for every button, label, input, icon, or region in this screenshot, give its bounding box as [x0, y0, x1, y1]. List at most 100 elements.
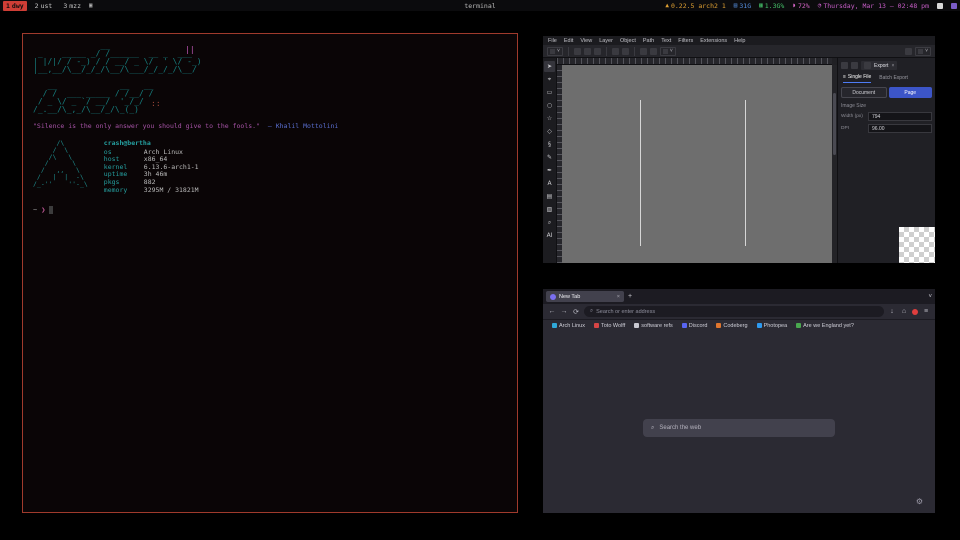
- quote-line: "Silence is the only answer you should g…: [33, 122, 507, 130]
- export-dialog-tab[interactable]: Export ×: [861, 61, 897, 70]
- shell-prompt[interactable]: ~ ❯: [33, 206, 507, 214]
- home-icon[interactable]: ⌂: [900, 308, 908, 315]
- inkscape-menubar: File Edit View Layer Object Path Text Fi…: [543, 36, 935, 45]
- ellipse-tool-icon[interactable]: ○: [544, 100, 555, 111]
- undo-icon[interactable]: [612, 48, 619, 55]
- menu-object[interactable]: Object: [620, 38, 636, 44]
- menu-file[interactable]: File: [548, 38, 557, 44]
- forward-icon[interactable]: →: [560, 308, 568, 315]
- url-bar[interactable]: ⌕ Search or enter address: [584, 306, 884, 317]
- zoom-page-icon[interactable]: [650, 48, 657, 55]
- menu-text[interactable]: Text: [661, 38, 671, 44]
- prompt-path: ~: [33, 206, 37, 214]
- menu-view[interactable]: View: [580, 38, 592, 44]
- browser-window[interactable]: New Tab × + ˅ ← → ⟳ ⌕ Search or enter ad…: [543, 289, 935, 513]
- node-tool-icon[interactable]: ⌖: [544, 74, 555, 85]
- redo-icon[interactable]: [622, 48, 629, 55]
- open-document-icon[interactable]: [584, 48, 591, 55]
- terminal-window[interactable]: __ _ _____ _/ /______ __ _ ___ | |/|/ / …: [22, 33, 518, 513]
- list-all-tabs-icon[interactable]: ˅: [928, 294, 932, 300]
- tray-icon-2[interactable]: [951, 3, 957, 9]
- swatches-dialog-icon[interactable]: [841, 62, 848, 69]
- inkscape-window[interactable]: File Edit View Layer Object Path Text Fi…: [543, 36, 935, 263]
- spiral-tool-icon[interactable]: §: [544, 139, 555, 150]
- workspace-label: ust: [41, 2, 53, 10]
- inkscape-canvas[interactable]: [562, 65, 832, 263]
- save-document-icon[interactable]: [594, 48, 601, 55]
- menu-icon[interactable]: ≡: [922, 308, 930, 315]
- close-export-dialog-icon[interactable]: ×: [891, 63, 894, 69]
- rectangle-tool-icon[interactable]: ▭: [544, 87, 555, 98]
- close-tab-icon[interactable]: ×: [617, 294, 620, 300]
- focused-window-title: terminal: [464, 2, 495, 10]
- new-document-icon[interactable]: [574, 48, 581, 55]
- selector-tool-icon[interactable]: ➤: [544, 61, 555, 72]
- menu-filters[interactable]: Filters: [678, 38, 693, 44]
- reload-icon[interactable]: ⟳: [572, 308, 580, 316]
- single-file-tab-icon: ≡: [843, 74, 846, 80]
- menu-help[interactable]: Help: [734, 38, 745, 44]
- bookmark-arch-linux[interactable]: Arch Linux: [552, 323, 585, 329]
- export-page-button[interactable]: Page: [889, 87, 933, 98]
- dpi-input[interactable]: 96.00: [868, 124, 932, 133]
- width-input[interactable]: 794: [868, 112, 932, 121]
- menu-edit[interactable]: Edit: [564, 38, 573, 44]
- star-tool-icon[interactable]: ☆: [544, 113, 555, 124]
- tray-icon-1[interactable]: [937, 3, 943, 9]
- workspace-1[interactable]: 1 dwy: [3, 1, 27, 11]
- menu-path[interactable]: Path: [643, 38, 654, 44]
- export-document-button[interactable]: Document: [841, 87, 887, 98]
- text-tool-icon[interactable]: A: [544, 178, 555, 189]
- dropper-tool-icon[interactable]: ▧: [544, 204, 555, 215]
- bookmark-toto-wolff[interactable]: Toto Wolff: [594, 323, 625, 329]
- snap-options-dropdown[interactable]: ˅: [915, 47, 931, 56]
- scrollbar-thumb[interactable]: [833, 93, 836, 155]
- pen-tool-icon[interactable]: ✒: [544, 165, 555, 176]
- display-mode-dropdown[interactable]: ˅: [660, 47, 676, 56]
- gradient-tool-icon[interactable]: ▤: [544, 191, 555, 202]
- bookmark-photopea[interactable]: Photopea: [757, 323, 788, 329]
- tool-style-dropdown[interactable]: ˅: [547, 47, 563, 56]
- pencil-tool-icon[interactable]: ✎: [544, 152, 555, 163]
- status-bar: 1 dwy 2 ust 3 mzz ▣ terminal ▲ 0.22.5 ar…: [0, 0, 960, 11]
- new-tab-button[interactable]: +: [628, 293, 632, 300]
- adblock-extension-icon[interactable]: [912, 309, 918, 315]
- menu-layer[interactable]: Layer: [599, 38, 613, 44]
- box3d-tool-icon[interactable]: ◇: [544, 126, 555, 137]
- ai-tool-icon[interactable]: AI: [544, 230, 555, 241]
- export-dialog-icon: [864, 62, 871, 69]
- layout-mode-icon[interactable]: ▣: [89, 2, 93, 9]
- workspace-label: dwy: [12, 2, 24, 10]
- bookmark-are-we-england-yet[interactable]: Are we England yet?: [796, 323, 854, 329]
- web-search-input[interactable]: ⌕ Search the web: [643, 419, 835, 437]
- back-icon[interactable]: ←: [548, 308, 556, 315]
- downloads-icon[interactable]: ↓: [888, 308, 896, 315]
- bookmark-codeberg[interactable]: Codeberg: [716, 323, 747, 329]
- layers-dialog-icon[interactable]: [851, 62, 858, 69]
- bookmark-discord[interactable]: Discord: [682, 323, 708, 329]
- horizontal-ruler[interactable]: [557, 58, 832, 65]
- fetch-row-memory: memory3295M / 31821M: [104, 187, 199, 195]
- volume-status: ◗ 72%: [792, 2, 809, 10]
- workspace-number: 2: [35, 2, 39, 10]
- workspace-2[interactable]: 2 ust: [32, 1, 56, 11]
- personalize-gear-icon[interactable]: ⚙: [916, 497, 923, 506]
- bookmark-software-refs[interactable]: software refs: [634, 323, 672, 329]
- single-file-tab[interactable]: ≡ Single File: [843, 74, 871, 83]
- zoom-tool-icon[interactable]: ⌕: [544, 217, 555, 228]
- batch-export-tab[interactable]: Batch Export: [879, 74, 908, 83]
- volume-icon: ◗: [792, 2, 796, 9]
- snap-controls-icon[interactable]: [905, 48, 912, 55]
- tab-title: New Tab: [559, 294, 614, 300]
- workspace-number: 1: [6, 2, 10, 10]
- browser-tab-new-tab[interactable]: New Tab ×: [546, 291, 624, 302]
- workspace-3[interactable]: 3 mzz: [60, 1, 84, 11]
- search-icon: ⌕: [651, 425, 654, 432]
- export-tab-label: Export: [874, 63, 888, 69]
- export-dock: Export × ≡ Single File Batch Export Docu…: [837, 58, 935, 263]
- bookmark-favicon: [634, 323, 639, 328]
- menu-extensions[interactable]: Extensions: [700, 38, 727, 44]
- zoom-drawing-icon[interactable]: [640, 48, 647, 55]
- export-preview-checkerboard: [899, 227, 935, 263]
- search-icon: ⌕: [590, 308, 593, 315]
